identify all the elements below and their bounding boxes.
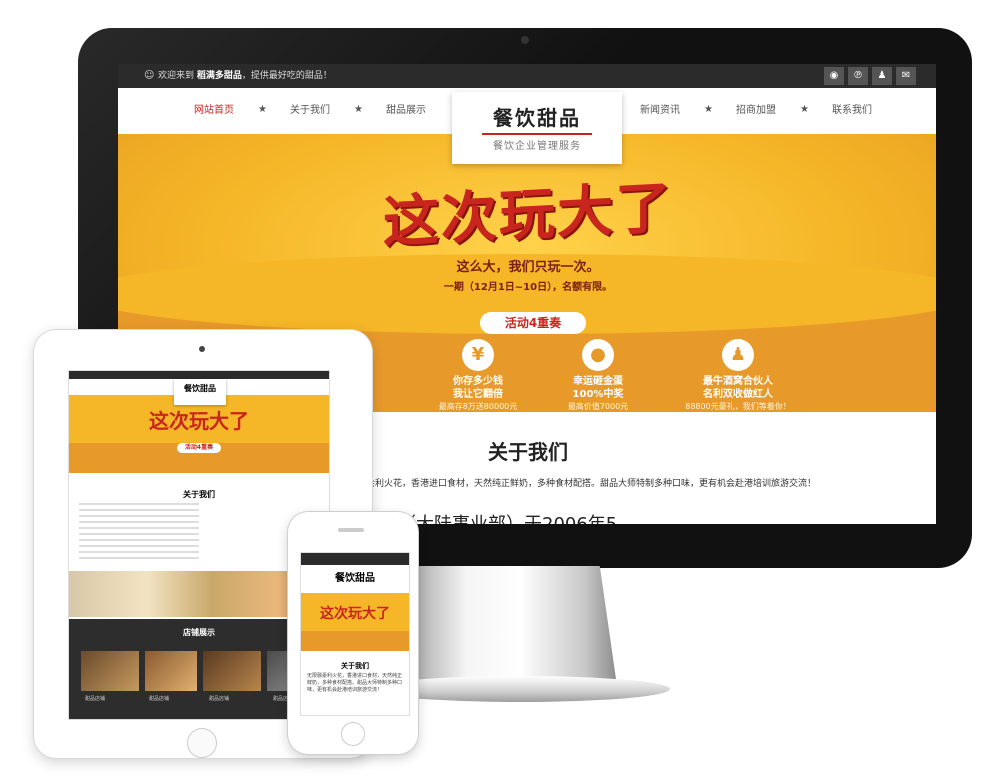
nav-separator: ★ <box>354 104 363 115</box>
tablet-about-text <box>79 503 199 563</box>
monitor-stand <box>402 566 617 686</box>
nav-news[interactable]: 新闻资讯 <box>640 88 680 134</box>
welcome-text: 欢迎来到 稻满多甜品，提供最好吃的甜品！ <box>158 71 332 81</box>
nav-home[interactable]: 网站首页 <box>194 88 234 134</box>
banner-headline: 这次玩大了 <box>383 175 673 256</box>
about-text: 会利火花，香港进口食材，天然纯正鲜奶，多种食材配搭。甜品大师特制多种口味，更有机… <box>366 479 817 489</box>
site-logo[interactable]: 餐饮甜品 餐饮企业管理服务 <box>452 92 622 164</box>
qq-icon[interactable]: ♟ <box>872 67 892 85</box>
pinterest-icon[interactable]: ℗ <box>848 67 868 85</box>
tablet-headline: 这次玩大了 <box>149 409 249 433</box>
feature-deposit: ¥ 你存多少钱 我让它翻倍 最高存8万送80000元 <box>418 339 538 412</box>
nav-contact[interactable]: 联系我们 <box>832 88 872 134</box>
feature-note: 最高存8万送80000元 <box>438 402 518 411</box>
feature-line1: 最牛酒窝合伙人 <box>703 376 773 387</box>
phone-home-button[interactable] <box>341 722 365 746</box>
feature-line1: 幸运砸金蛋 <box>573 376 623 387</box>
phone-about-text: 无限融豪利火花，香港进口食材，天然纯正鲜奶，多种食材配搭。甜品大师特制多种口味，… <box>307 673 403 693</box>
smile-icon: ☺ <box>144 70 155 81</box>
nav-separator: ★ <box>800 104 809 115</box>
logo-title: 餐饮甜品 <box>493 106 581 130</box>
tablet-pill: 活动4重奏 <box>177 443 221 453</box>
nav-products[interactable]: 甜品展示 <box>386 88 426 134</box>
feature-egg: ● 幸运砸金蛋 100%中奖 最高价值7000元 <box>538 339 658 412</box>
banner-date: 一期（12月1日~10日），名额有限。 <box>443 282 613 293</box>
mail-icon[interactable]: ✉ <box>896 67 916 85</box>
feature-partner: ♟ 最牛酒窝合伙人 名利双收做红人 88800元豪礼，我们等着你！ <box>668 339 808 412</box>
tablet-shop-caption: 甜品店铺 <box>85 696 106 702</box>
top-bar: ☺ 欢迎来到 稻满多甜品，提供最好吃的甜品！ ◉ ℗ ♟ ✉ <box>118 64 936 88</box>
tablet-logo[interactable]: 餐饮甜品 <box>174 379 226 405</box>
phone-about-title: 关于我们 <box>341 662 369 670</box>
feature-note: 88800元豪礼，我们等着你！ <box>685 402 791 411</box>
yen-icon: ¥ <box>462 339 494 371</box>
monitor-camera <box>521 36 529 44</box>
banner-subtitle: 这么大，我们只玩一次。 <box>456 260 600 275</box>
tablet-shop-caption: 甜品店铺 <box>149 696 170 702</box>
nav-separator: ★ <box>258 104 267 115</box>
tablet-shop-photo[interactable] <box>203 651 261 691</box>
tablet-shop-caption: 甜品店铺 <box>209 696 230 702</box>
logo-subtitle: 餐饮企业管理服务 <box>493 141 581 152</box>
banner-pill: 活动4重奏 <box>480 312 586 334</box>
tablet-shop-photo[interactable] <box>145 651 197 691</box>
tablet-about-title: 关于我们 <box>183 490 215 499</box>
phone-banner-band <box>301 631 409 651</box>
logo-divider <box>482 133 592 135</box>
feature-line2: 100%中奖 <box>572 389 624 400</box>
weibo-icon[interactable]: ◉ <box>824 67 844 85</box>
feature-note: 最高价值7000元 <box>567 402 629 411</box>
nav-franchise[interactable]: 招商加盟 <box>736 88 776 134</box>
phone-topbar <box>301 553 409 565</box>
phone-headline: 这次玩大了 <box>320 606 390 622</box>
phone-logo[interactable]: 餐饮甜品 <box>301 569 409 584</box>
about-title: 关于我们 <box>488 440 568 464</box>
phone-speaker <box>338 528 364 532</box>
phone-screen: 餐饮甜品 这次玩大了 关于我们 无限融豪利火花，香港进口食材，天然纯正鲜奶，多种… <box>300 552 410 716</box>
person-icon: ♟ <box>722 339 754 371</box>
tablet-camera <box>199 346 205 352</box>
tablet-topbar <box>69 371 329 379</box>
tablet-shop-photo[interactable] <box>81 651 139 691</box>
nav-separator: ★ <box>704 104 713 115</box>
nav-about[interactable]: 关于我们 <box>290 88 330 134</box>
tablet-home-button[interactable] <box>187 728 217 758</box>
feature-line1: 你存多少钱 <box>453 376 503 387</box>
about-intro: （大陆事业部）于2006年5 <box>398 510 617 524</box>
egg-icon: ● <box>582 339 614 371</box>
feature-line2: 名利双收做红人 <box>703 389 773 400</box>
feature-line2: 我让它翻倍 <box>453 389 503 400</box>
